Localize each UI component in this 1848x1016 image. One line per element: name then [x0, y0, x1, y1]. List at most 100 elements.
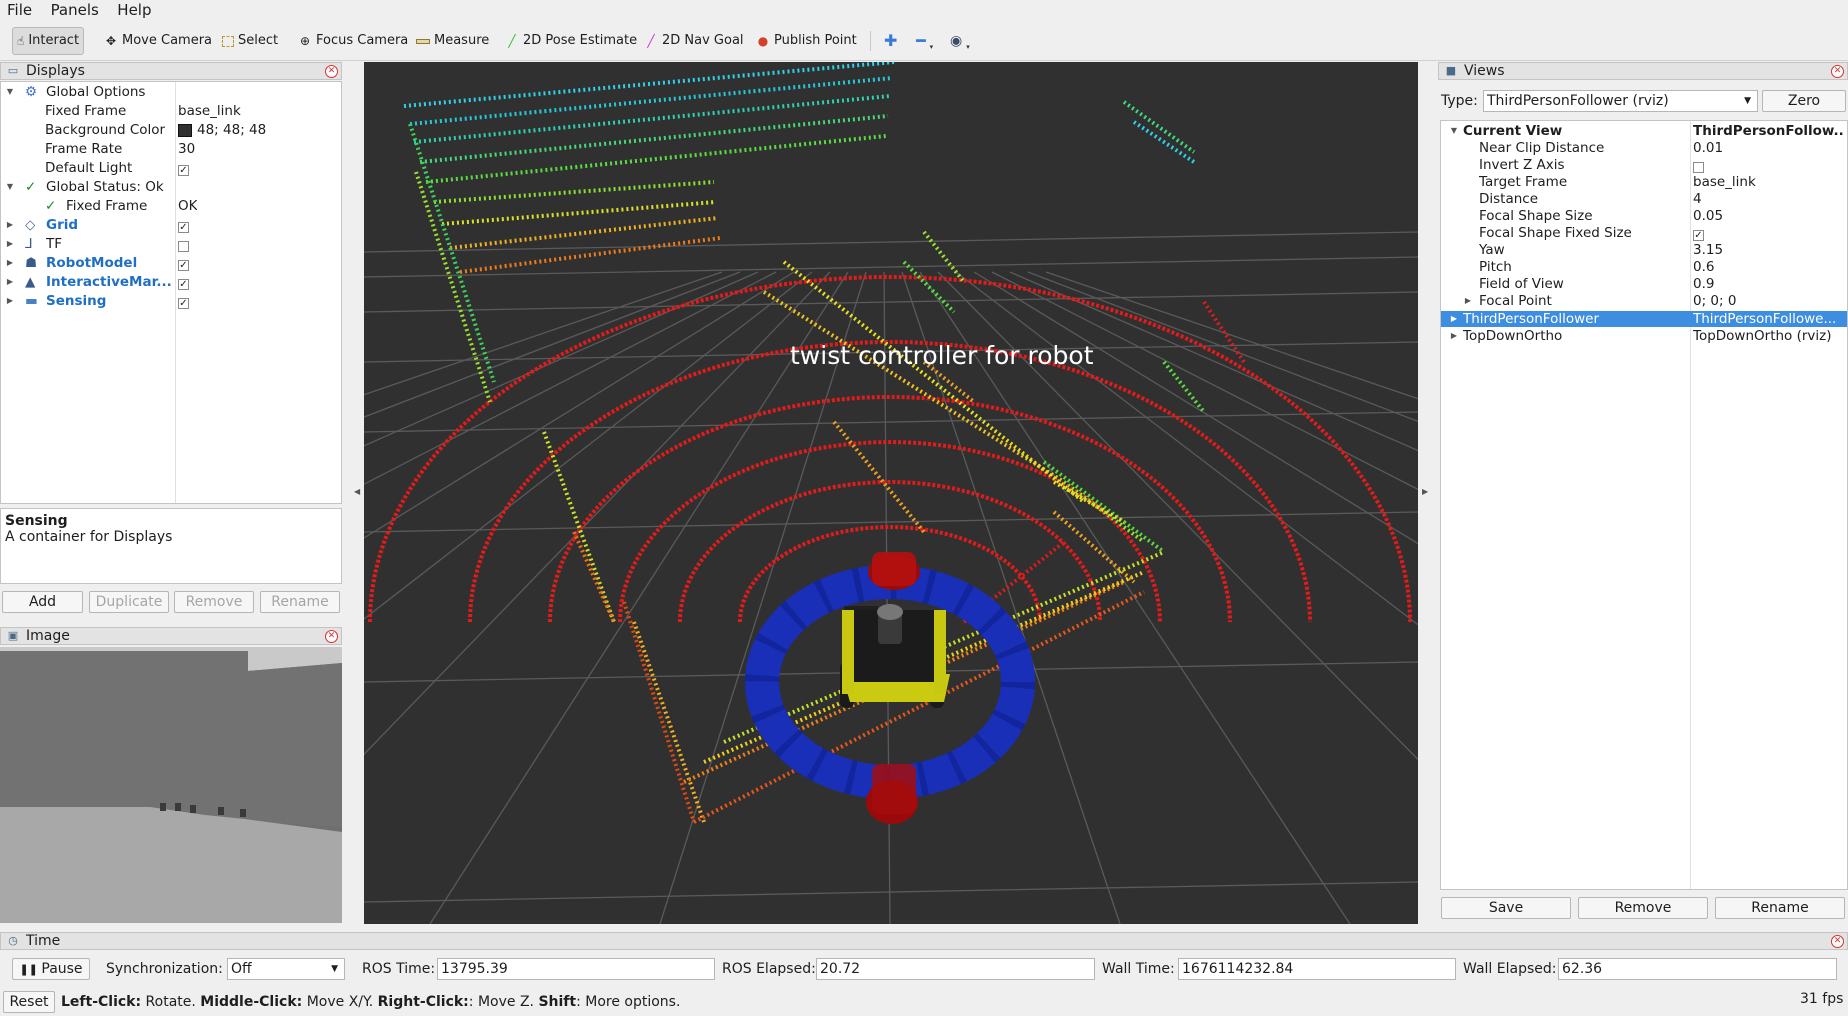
saved-view-row-third-person[interactable]: ▶ ThirdPersonFollower ThirdPersonFollowe…: [1441, 311, 1847, 327]
view-property-row[interactable]: Yaw 3.15: [1441, 242, 1847, 258]
close-icon[interactable]: ✕: [325, 64, 338, 78]
view-property-value[interactable]: 0; 0; 0: [1693, 293, 1736, 309]
rename-display-button[interactable]: Rename: [260, 591, 340, 613]
view-property-row[interactable]: Invert Z Axis: [1441, 157, 1847, 173]
fixed-frame-value[interactable]: base_link: [178, 103, 241, 119]
tree-row-global-options[interactable]: ▼ ⚙ Global Options: [1, 84, 341, 100]
collapse-left-icon[interactable]: ◀: [354, 487, 360, 496]
tree-row-interactive-markers[interactable]: ▶ ▲ InteractiveMar... ✓: [1, 274, 341, 290]
view-property-value[interactable]: [1693, 159, 1704, 175]
view-property-row[interactable]: Field of View 0.9: [1441, 276, 1847, 292]
view-property-value[interactable]: 0.05: [1693, 208, 1723, 224]
collapse-arrow-icon[interactable]: ▶: [1463, 293, 1473, 309]
sync-select[interactable]: Off ▼: [227, 958, 345, 980]
interactive-markers-checkbox[interactable]: ✓: [178, 276, 189, 292]
view-property-value[interactable]: base_link: [1693, 174, 1756, 190]
collapse-arrow-icon[interactable]: ▶: [5, 255, 15, 271]
views-tree[interactable]: ▼ Current View ThirdPersonFollow... Near…: [1440, 120, 1848, 890]
frame-rate-value[interactable]: 30: [178, 141, 195, 157]
menu-panels[interactable]: Panels: [44, 0, 106, 20]
view-property-row[interactable]: Distance 4: [1441, 191, 1847, 207]
collapse-right-icon[interactable]: ▶: [1422, 487, 1428, 496]
tf-checkbox[interactable]: [178, 238, 189, 254]
close-icon[interactable]: ✕: [1831, 934, 1844, 948]
current-view-row[interactable]: ▼ Current View ThirdPersonFollow...: [1441, 123, 1847, 139]
eye-icon[interactable]: ◉ ▾: [946, 27, 974, 55]
view-property-label: Focal Shape Fixed Size: [1479, 225, 1632, 241]
view-property-row[interactable]: Near Clip Distance 0.01: [1441, 140, 1847, 156]
sensing-checkbox[interactable]: ✓: [178, 295, 189, 311]
collapse-arrow-icon[interactable]: ▶: [5, 274, 15, 290]
view-property-row[interactable]: Focal Shape Fixed Size ✓: [1441, 225, 1847, 241]
save-view-button[interactable]: Save: [1441, 897, 1571, 919]
view-property-value[interactable]: 0.6: [1693, 259, 1714, 275]
remove-view-button[interactable]: Remove: [1578, 897, 1708, 919]
add-button[interactable]: Add: [2, 591, 83, 613]
grid-checkbox[interactable]: ✓: [178, 219, 189, 235]
close-icon[interactable]: ✕: [325, 629, 338, 643]
view-property-value[interactable]: 3.15: [1693, 242, 1723, 258]
tree-row-frame-rate[interactable]: Frame Rate 30: [1, 141, 341, 157]
tree-row-fixed-frame[interactable]: Fixed Frame base_link: [1, 103, 341, 119]
tree-row-robot-model[interactable]: ▶ ☗ RobotModel ✓: [1, 255, 341, 271]
sync-label: Synchronization:: [106, 961, 223, 977]
ros-time-field[interactable]: 13795.39: [437, 958, 715, 980]
pose-estimate-tool[interactable]: ╱ 2D Pose Estimate: [501, 27, 641, 55]
collapse-arrow-icon[interactable]: ▶: [1449, 328, 1459, 344]
view-property-row[interactable]: Target Frame base_link: [1441, 174, 1847, 190]
interact-tool[interactable]: ☝ Interact: [12, 27, 84, 55]
collapse-arrow-icon[interactable]: ▶: [5, 217, 15, 233]
collapse-arrow-icon[interactable]: ▶: [5, 236, 15, 252]
nav-goal-tool[interactable]: ╱ 2D Nav Goal: [640, 27, 748, 55]
color-swatch[interactable]: [178, 124, 192, 137]
left-splitter[interactable]: ◀: [342, 62, 364, 924]
expand-arrow-icon[interactable]: ▼: [1449, 123, 1459, 139]
tree-row-tf[interactable]: ▶ ⅃ TF: [1, 236, 341, 252]
displays-tree[interactable]: ▼ ⚙ Global Options Fixed Frame base_link…: [0, 81, 342, 504]
right-click-text: : Move Z.: [468, 994, 539, 1010]
collapse-arrow-icon[interactable]: ▶: [5, 293, 15, 309]
measure-tool[interactable]: Measure: [412, 27, 493, 55]
publish-point-tool[interactable]: ● Publish Point: [752, 27, 861, 55]
collapse-arrow-icon[interactable]: ▶: [1449, 311, 1459, 327]
default-light-checkbox[interactable]: ✓: [178, 162, 189, 178]
view-property-value[interactable]: 0.9: [1693, 276, 1714, 292]
view-property-row[interactable]: Pitch 0.6: [1441, 259, 1847, 275]
remove-tool-icon[interactable]: ━ ▾: [912, 27, 937, 55]
close-icon[interactable]: ✕: [1831, 64, 1844, 78]
tree-row-background-color[interactable]: Background Color 48; 48; 48: [1, 122, 341, 138]
right-splitter[interactable]: ▶: [1418, 62, 1438, 924]
tree-row-default-light[interactable]: Default Light ✓: [1, 160, 341, 176]
wall-elapsed-field[interactable]: 62.36: [1558, 958, 1837, 980]
menu-help[interactable]: Help: [110, 0, 158, 20]
tree-row-status-fixed-frame[interactable]: ✓ Fixed Frame OK: [1, 198, 341, 214]
zero-button[interactable]: Zero: [1762, 90, 1846, 112]
tree-row-grid[interactable]: ▶ ◇ Grid ✓: [1, 217, 341, 233]
remove-display-button[interactable]: Remove: [174, 591, 254, 613]
reset-button[interactable]: Reset: [3, 991, 55, 1013]
select-tool[interactable]: Select: [218, 27, 282, 55]
ros-elapsed-field[interactable]: 20.72: [816, 958, 1095, 980]
focus-camera-tool[interactable]: ⊕ Focus Camera: [294, 27, 412, 55]
view-property-value[interactable]: 4: [1693, 191, 1702, 207]
wall-time-field[interactable]: 1676114232.84: [1178, 958, 1456, 980]
rename-view-button[interactable]: Rename: [1715, 897, 1845, 919]
pause-button[interactable]: ❚❚ Pause: [12, 958, 90, 980]
view-property-value[interactable]: ✓: [1693, 227, 1704, 243]
tree-row-global-status[interactable]: ▼ ✓ Global Status: Ok: [1, 179, 341, 195]
move-camera-tool[interactable]: ✥ Move Camera: [100, 27, 216, 55]
robot-model-checkbox[interactable]: ✓: [178, 257, 189, 273]
render-viewport[interactable]: twist controller for robot: [364, 62, 1418, 924]
saved-view-row-top-down[interactable]: ▶ TopDownOrtho TopDownOrtho (rviz): [1441, 328, 1847, 344]
view-property-row[interactable]: Focal Shape Size 0.05: [1441, 208, 1847, 224]
tree-row-sensing[interactable]: ▶ ▬ Sensing ✓: [1, 293, 341, 309]
add-tool-icon[interactable]: ✚: [880, 27, 901, 55]
view-property-value[interactable]: 0.01: [1693, 140, 1723, 156]
expand-arrow-icon[interactable]: ▼: [5, 179, 15, 195]
expand-arrow-icon[interactable]: ▼: [5, 84, 15, 100]
type-select[interactable]: ThirdPersonFollower (rviz) ▼: [1483, 90, 1758, 112]
menu-file[interactable]: File: [0, 0, 39, 20]
view-property-row[interactable]: ▶ Focal Point 0; 0; 0: [1441, 293, 1847, 309]
background-color-value[interactable]: 48; 48; 48: [197, 122, 266, 138]
duplicate-button[interactable]: Duplicate: [89, 591, 169, 613]
